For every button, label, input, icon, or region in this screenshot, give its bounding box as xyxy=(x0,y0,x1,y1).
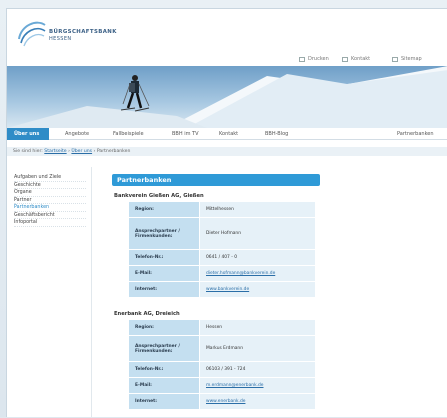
table-row: Ansprechpartner / Firmenkunden: Markus E… xyxy=(129,336,315,361)
breadcrumb: Sie sind hier: Startseite › Über uns › P… xyxy=(7,147,447,156)
table-row: Telefon-Nr.: 06103 / 391 - 724 xyxy=(129,362,315,377)
table-value: Markus Erdmann xyxy=(200,336,315,361)
nav-item-ueber-uns[interactable]: Über uns xyxy=(7,128,49,140)
table-row: Region: Hessen xyxy=(129,320,315,335)
print-label: Drucken xyxy=(308,56,329,62)
contact-icon xyxy=(342,56,348,62)
table-row: Telefon-Nr.: 0641 / 407 - 0 xyxy=(129,250,315,265)
sidebar-item-organe[interactable]: Organe xyxy=(14,189,86,197)
sidebar-item-infoportal[interactable]: Infoportal xyxy=(14,219,86,227)
bank-info-table: Region: Hessen Ansprechpartner / Firmenk… xyxy=(128,319,316,410)
nav-item-bbh-blog[interactable]: BBH-Blog xyxy=(265,131,288,137)
bank-info-table: Region: Mittelhessen Ansprechpartner / F… xyxy=(128,201,316,298)
print-link[interactable]: Drucken xyxy=(299,56,329,62)
table-row: E-Mail: m.erdmann@enerbank.de xyxy=(129,378,315,393)
table-row: Internet: www.bankverein.de xyxy=(129,282,315,297)
table-key: Ansprechpartner / Firmenkunden: xyxy=(129,218,199,249)
table-row: E-Mail: dieter.hofmann@bankverein.de xyxy=(129,266,315,281)
breadcrumb-section-link[interactable]: Über uns xyxy=(71,149,92,154)
table-key: Internet: xyxy=(129,394,199,409)
bank-logo[interactable]: BÜRGSCHAFTSBANK HESSEN xyxy=(15,15,145,55)
breadcrumb-home-link[interactable]: Startseite xyxy=(44,149,66,154)
bank-name: Bankverein Gießen AG, Gießen xyxy=(114,193,204,199)
nav-item-angebote[interactable]: Angebote xyxy=(65,131,89,137)
website-link[interactable]: www.bankverein.de xyxy=(200,282,315,297)
logo-text-line1: BÜRGSCHAFTSBANK xyxy=(49,29,117,35)
page-background: BÜRGSCHAFTSBANK HESSEN Drucken Kontakt S… xyxy=(0,0,447,418)
contact-label: Kontakt xyxy=(351,56,371,62)
sitemap-label: Sitemap xyxy=(401,56,422,62)
mountain-skier-illustration xyxy=(7,66,447,128)
table-row: Ansprechpartner / Firmenkunden: Dieter H… xyxy=(129,218,315,249)
table-row: Region: Mittelhessen xyxy=(129,202,315,217)
table-key: Telefon-Nr.: xyxy=(129,362,199,377)
browser-page: BÜRGSCHAFTSBANK HESSEN Drucken Kontakt S… xyxy=(6,8,447,418)
table-key: Telefon-Nr.: xyxy=(129,250,199,265)
sidebar-item-partnerbanken[interactable]: Partnerbanken xyxy=(14,204,86,212)
table-key: E-Mail: xyxy=(129,378,199,393)
email-link[interactable]: m.erdmann@enerbank.de xyxy=(200,378,315,393)
printer-icon xyxy=(299,56,305,62)
breadcrumb-prefix: Sie sind hier: xyxy=(13,149,43,154)
email-link[interactable]: dieter.hofmann@bankverein.de xyxy=(200,266,315,281)
sidebar-item-aufgaben[interactable]: Aufgaben und Ziele xyxy=(14,174,86,182)
table-value: 06103 / 391 - 724 xyxy=(200,362,315,377)
sitemap-icon xyxy=(392,56,398,62)
website-link[interactable]: www.enerbank.de xyxy=(200,394,315,409)
table-value: Hessen xyxy=(200,320,315,335)
nav-item-fallbeispiele[interactable]: Fallbeispiele xyxy=(113,131,144,137)
nav-item-partnerbanken[interactable]: Partnerbanken xyxy=(397,131,434,137)
hero-image xyxy=(7,66,447,128)
nav-item-kontakt[interactable]: Kontakt xyxy=(219,131,238,137)
sitemap-link[interactable]: Sitemap xyxy=(392,56,422,62)
table-row: Internet: www.enerbank.de xyxy=(129,394,315,409)
table-key: Region: xyxy=(129,320,199,335)
sidebar-item-geschichte[interactable]: Geschichte xyxy=(14,182,86,189)
table-key: Region: xyxy=(129,202,199,217)
table-key: Internet: xyxy=(129,282,199,297)
nav-item-bbh-im-tv[interactable]: BBH im TV xyxy=(172,131,199,137)
sidebar-item-partner[interactable]: Partner xyxy=(14,197,86,204)
sidebar: Aufgaben und Ziele Geschichte Organe Par… xyxy=(14,174,86,227)
sidebar-divider xyxy=(91,167,92,418)
table-key: Ansprechpartner / Firmenkunden: xyxy=(129,336,199,361)
table-key: E-Mail: xyxy=(129,266,199,281)
main-nav: Über uns Angebote Fallbeispiele BBH im T… xyxy=(7,128,447,140)
sidebar-item-geschaeftsbericht[interactable]: Geschäftsbericht xyxy=(14,212,86,219)
page-title: Partnerbanken xyxy=(112,174,320,186)
breadcrumb-current: Partnerbanken xyxy=(96,149,131,154)
contact-link[interactable]: Kontakt xyxy=(342,56,370,62)
table-value: Mittelhessen xyxy=(200,202,315,217)
bank-name: Enerbank AG, Dreieich xyxy=(114,311,180,317)
logo-swirl-icon xyxy=(18,21,46,47)
table-value: 0641 / 407 - 0 xyxy=(200,250,315,265)
logo-text-line2: HESSEN xyxy=(49,36,72,42)
table-value: Dieter Hofmann xyxy=(200,218,315,249)
